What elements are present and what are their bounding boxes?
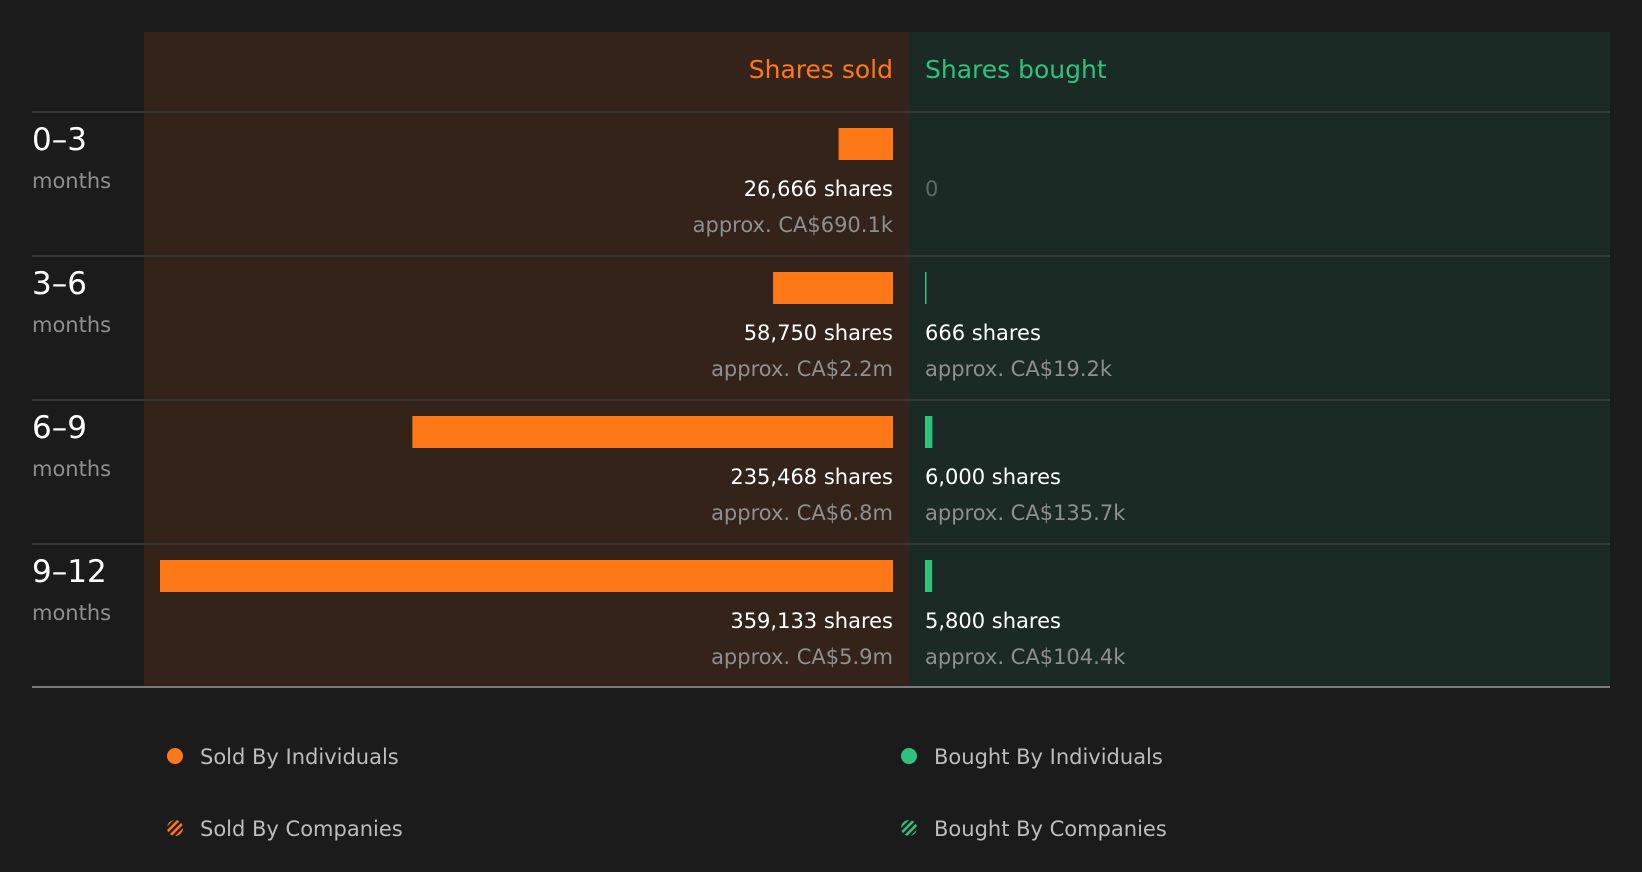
insider-trading-chart: Shares sold Shares bought 0–3 months 26,66… xyxy=(32,32,1610,841)
legend-label: Bought By Companies xyxy=(934,817,1167,841)
sold-shares-label: 58,750 shares xyxy=(744,321,893,345)
sold-shares-label: 359,133 shares xyxy=(730,609,893,633)
legend: Sold By Individuals Bought By Individuals… xyxy=(167,745,1167,841)
legend-label: Bought By Individuals xyxy=(934,745,1163,769)
bought-header: Shares bought xyxy=(925,55,1107,84)
sold-value-label: approx. CA$6.8m xyxy=(711,501,893,525)
bought-shares-label: 6,000 shares xyxy=(925,465,1061,489)
period-range-label: 6–9 xyxy=(32,410,87,446)
bought-shares-label: 5,800 shares xyxy=(925,609,1061,633)
period-range-label: 9–12 xyxy=(32,554,107,590)
bought-shares-label: 666 shares xyxy=(925,321,1041,345)
sold-bar xyxy=(838,128,893,160)
sold-bar xyxy=(160,560,893,592)
legend-dot-icon xyxy=(901,748,917,764)
legend-item-3: Bought By Companies xyxy=(901,817,1167,841)
period-unit-label: months xyxy=(32,457,111,481)
bought-value-label: approx. CA$19.2k xyxy=(925,357,1113,381)
legend-item-0: Sold By Individuals xyxy=(167,745,399,769)
bought-value-label: approx. CA$135.7k xyxy=(925,501,1126,525)
period-unit-label: months xyxy=(32,313,111,337)
bought-bar xyxy=(925,560,933,592)
legend-item-2: Sold By Companies xyxy=(167,817,403,841)
sold-bar xyxy=(773,272,893,304)
legend-dot-icon xyxy=(167,748,183,764)
sold-header: Shares sold xyxy=(749,55,893,84)
bought-bar xyxy=(925,416,933,448)
sold-shares-label: 26,666 shares xyxy=(744,177,893,201)
sold-value-label: approx. CA$690.1k xyxy=(693,213,894,237)
sold-value-label: approx. CA$5.9m xyxy=(711,645,893,669)
period-unit-label: months xyxy=(32,601,111,625)
legend-label: Sold By Companies xyxy=(200,817,403,841)
sold-shares-label: 235,468 shares xyxy=(730,465,893,489)
bought-value-label: approx. CA$104.4k xyxy=(925,645,1126,669)
bought-shares-label: 0 xyxy=(925,177,938,201)
period-unit-label: months xyxy=(32,169,111,193)
legend-striped-dot-icon xyxy=(167,820,183,836)
legend-item-1: Bought By Individuals xyxy=(901,745,1163,769)
period-range-label: 0–3 xyxy=(32,122,87,158)
period-range-label: 3–6 xyxy=(32,266,87,302)
sold-bar xyxy=(412,416,893,448)
sold-value-label: approx. CA$2.2m xyxy=(711,357,893,381)
legend-label: Sold By Individuals xyxy=(200,745,399,769)
legend-striped-dot-icon xyxy=(901,820,917,836)
bought-bar xyxy=(925,272,927,304)
